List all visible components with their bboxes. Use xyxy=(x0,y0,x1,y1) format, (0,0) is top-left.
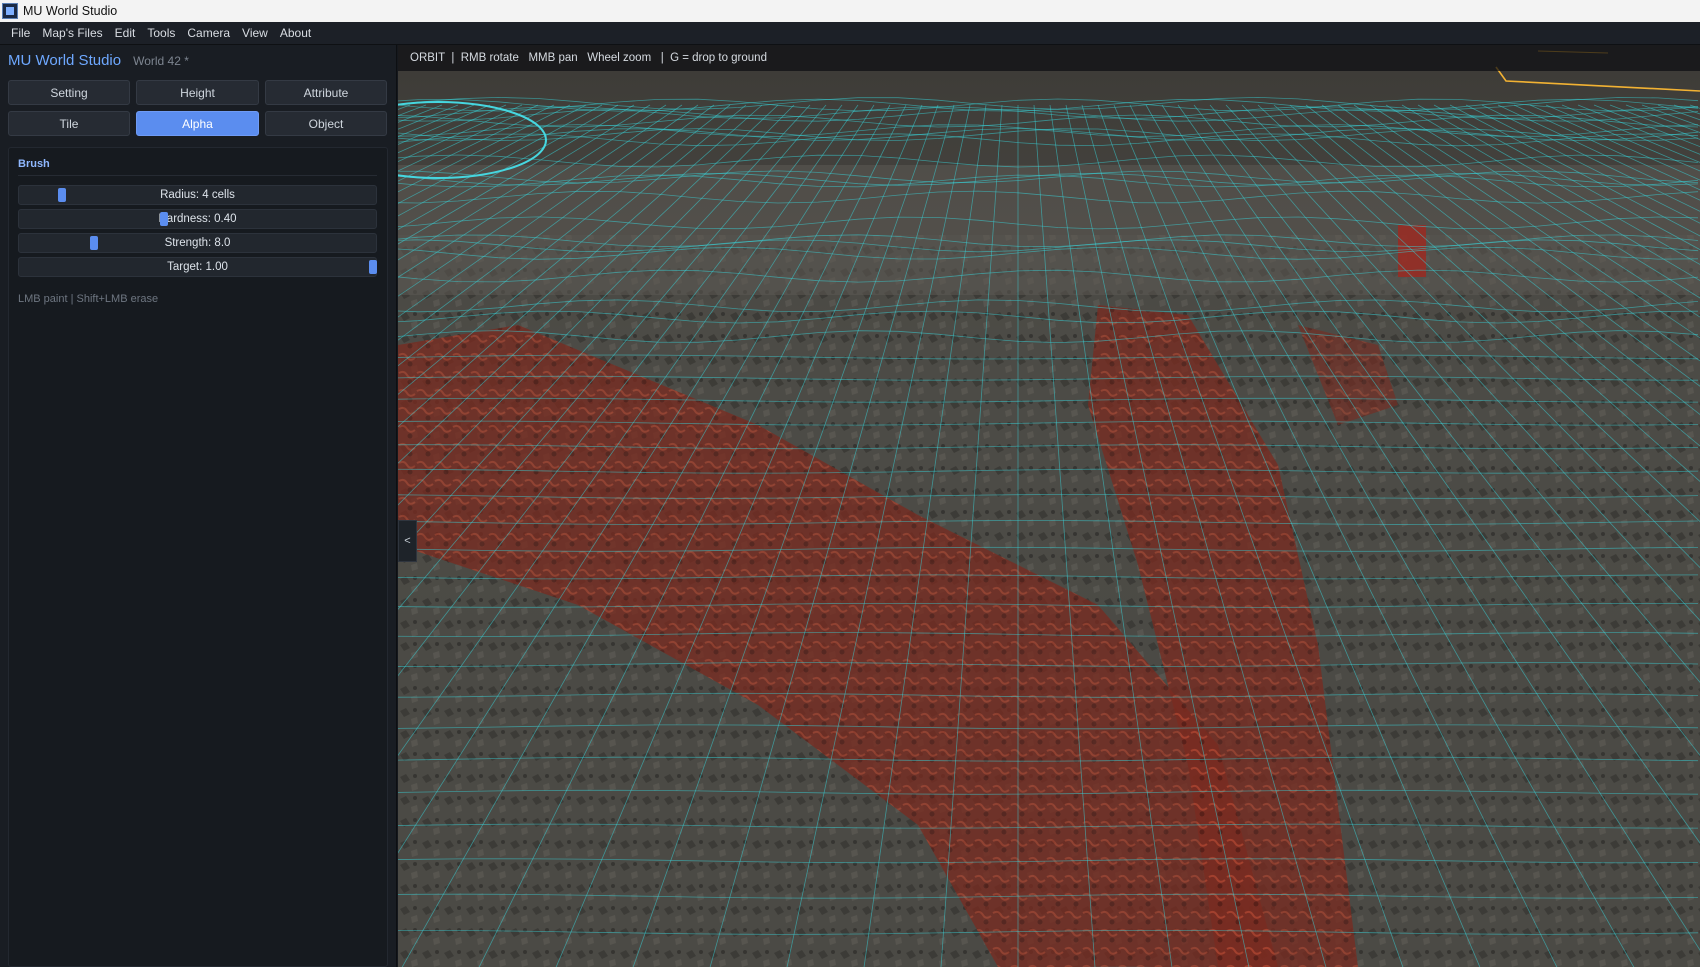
chevron-left-icon: < xyxy=(404,535,411,547)
camera-mode-hint: ORBIT | RMB rotate MMB pan Wheel zoom | … xyxy=(410,52,767,64)
window-title: MU World Studio xyxy=(23,4,118,18)
sidebar-header: MU World Studio World 42 * xyxy=(8,52,189,69)
menu-edit[interactable]: Edit xyxy=(109,22,142,45)
strength-slider-label: Strength: 8.0 xyxy=(164,237,231,249)
target-slider-thumb[interactable] xyxy=(369,260,377,274)
title-bar: MU World Studio xyxy=(0,0,1700,22)
menu-file[interactable]: File xyxy=(0,22,36,45)
collapse-sidebar-button[interactable]: < xyxy=(398,520,417,562)
mode-tile-button[interactable]: Tile xyxy=(8,111,130,136)
menu-about[interactable]: About xyxy=(274,22,317,45)
world-name: World 42 * xyxy=(133,54,189,68)
brush-divider xyxy=(18,175,377,176)
brush-panel: Brush Radius: 4 cells Hardness: 0.40 Str… xyxy=(8,147,388,967)
radius-slider-label: Radius: 4 cells xyxy=(160,189,235,201)
hardness-slider[interactable]: Hardness: 0.40 xyxy=(18,209,377,229)
radius-slider-thumb[interactable] xyxy=(58,188,67,202)
mode-attribute-button[interactable]: Attribute xyxy=(265,80,387,105)
radius-slider[interactable]: Radius: 4 cells xyxy=(18,185,377,205)
ridge-wall xyxy=(398,165,1700,295)
hardness-slider-thumb[interactable] xyxy=(159,212,168,226)
mode-setting-button[interactable]: Setting xyxy=(8,80,130,105)
target-slider[interactable]: Target: 1.00 xyxy=(18,257,377,277)
menu-view[interactable]: View xyxy=(236,22,274,45)
viewport-status-bar: ORBIT | RMB rotate MMB pan Wheel zoom | … xyxy=(398,45,1700,71)
menu-bar: File Map's Files Edit Tools Camera View … xyxy=(0,22,1700,45)
mode-button-grid: Setting Height Attribute Tile Alpha Obje… xyxy=(8,80,388,136)
brush-section-title: Brush xyxy=(18,158,50,170)
strength-slider[interactable]: Strength: 8.0 xyxy=(18,233,377,253)
menu-tools[interactable]: Tools xyxy=(141,22,181,45)
mode-alpha-button[interactable]: Alpha xyxy=(136,111,259,136)
menu-camera[interactable]: Camera xyxy=(181,22,236,45)
terrain-viewport[interactable]: ORBIT | RMB rotate MMB pan Wheel zoom | … xyxy=(398,45,1700,967)
strength-slider-thumb[interactable] xyxy=(89,236,98,250)
terrain-canvas[interactable] xyxy=(398,45,1700,967)
menu-maps-files[interactable]: Map's Files xyxy=(36,22,108,45)
app-icon xyxy=(2,3,18,19)
mode-object-button[interactable]: Object xyxy=(265,111,387,136)
brush-hint: LMB paint | Shift+LMB erase xyxy=(18,293,159,305)
hardness-slider-label: Hardness: 0.40 xyxy=(158,213,237,225)
tool-sidebar: MU World Studio World 42 * Setting Heigh… xyxy=(0,45,397,967)
mode-height-button[interactable]: Height xyxy=(136,80,259,105)
app-brand: MU World Studio xyxy=(8,52,122,69)
target-slider-label: Target: 1.00 xyxy=(167,261,228,273)
